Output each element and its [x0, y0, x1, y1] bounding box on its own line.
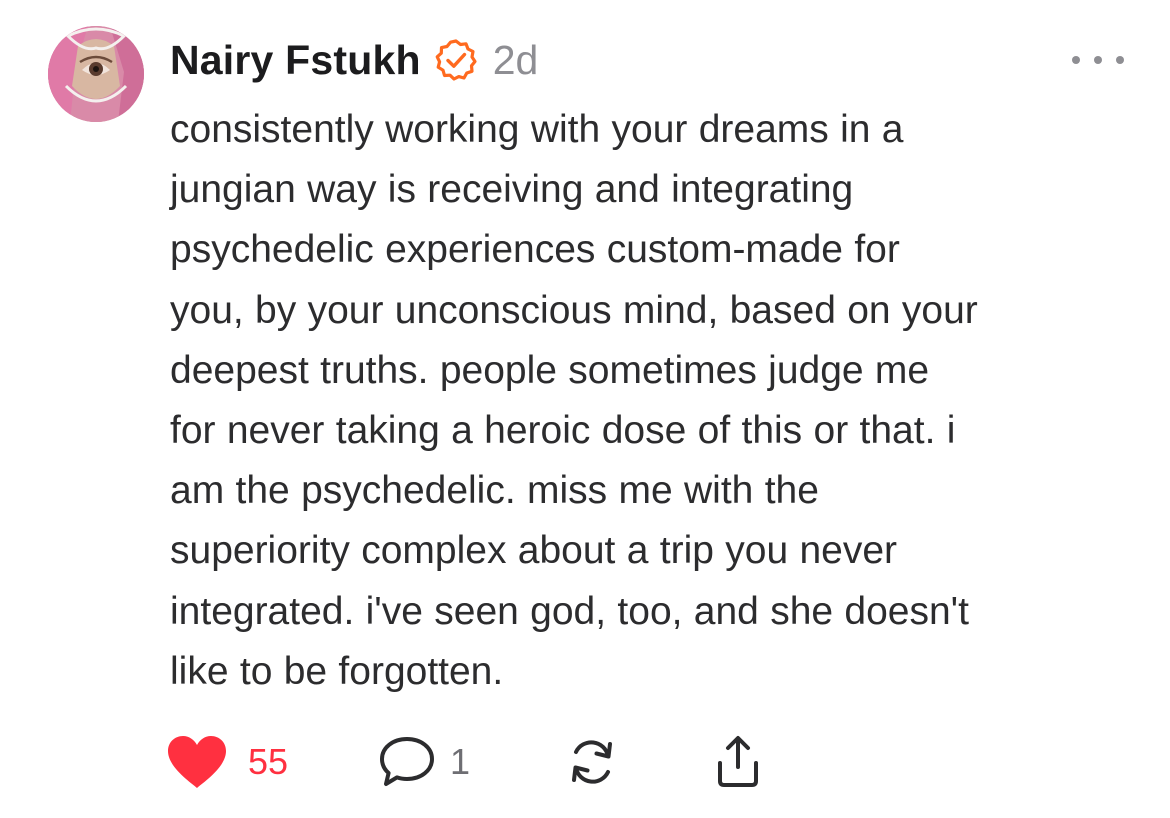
reply-button[interactable]: 1	[378, 732, 470, 792]
comment-bubble-icon	[380, 737, 434, 786]
reply-count: 1	[450, 741, 471, 782]
verified-badge-icon	[435, 39, 477, 81]
post-body: consistently working with your dreams in…	[170, 100, 1140, 702]
post-card: Nairy Fstukh 2d consistently working wit…	[0, 0, 1170, 818]
more-options-icon-dot	[1094, 56, 1102, 64]
post-text-line: integrated. i've seen god, too, and she …	[170, 589, 969, 633]
more-options-icon-dot	[1116, 56, 1124, 64]
post-text-line: psychedelic experiences custom-made for	[170, 228, 900, 272]
like-button[interactable]: 55	[166, 732, 288, 792]
post-header: Nairy Fstukh 2d	[170, 34, 538, 86]
post-actions: 55 1	[166, 732, 806, 792]
heart-icon	[168, 736, 226, 788]
more-options-icon-dot	[1072, 56, 1080, 64]
share-button[interactable]	[710, 732, 766, 792]
avatar[interactable]	[48, 26, 144, 122]
author-name[interactable]: Nairy Fstukh	[170, 37, 421, 84]
post-text-line: jungian way is receiving and integrating	[170, 168, 854, 212]
more-options-button[interactable]	[1072, 46, 1124, 74]
like-count: 55	[248, 741, 289, 782]
post-text-line: for never taking a heroic dose of this o…	[170, 409, 956, 453]
avatar-image	[48, 26, 144, 122]
share-icon	[718, 736, 758, 787]
post-text-line: deepest truths. people sometimes judge m…	[170, 348, 930, 392]
repost-icon	[572, 740, 612, 784]
post-text-line: consistently working with your dreams in…	[170, 108, 904, 151]
repost-button[interactable]	[564, 732, 620, 792]
post-timestamp: 2d	[492, 36, 539, 83]
post-text-line: am the psychedelic. miss me with the	[170, 469, 819, 513]
post-text-line: superiority complex about a trip you nev…	[170, 529, 898, 573]
post-text-line: you, by your unconscious mind, based on …	[170, 288, 978, 332]
post-text-line: like to be forgotten.	[170, 649, 504, 693]
